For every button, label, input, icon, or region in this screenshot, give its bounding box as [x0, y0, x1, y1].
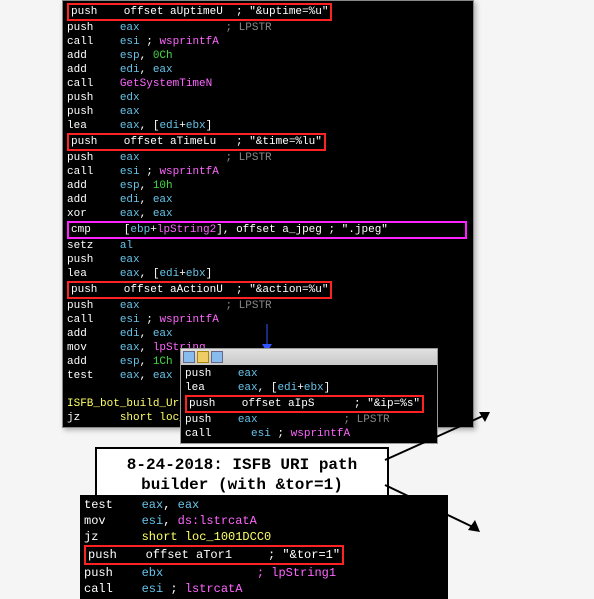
- note-line2: builder (with &tor=1): [141, 476, 343, 494]
- window-titlebar: [181, 349, 437, 365]
- sub-code-panel: push eaxlea eax, [edi+ebx]push offset aI…: [181, 365, 437, 443]
- bottom-code-panel: test eax, eaxmov esi, ds:lstrcatAjz shor…: [80, 495, 448, 599]
- window-icon: [197, 351, 209, 363]
- sub-disasm-window: push eaxlea eax, [edi+ebx]push offset aI…: [180, 348, 438, 444]
- window-icon: [183, 351, 195, 363]
- window-icon: [211, 351, 223, 363]
- note-line1: 8-24-2018: ISFB URI path: [127, 456, 357, 474]
